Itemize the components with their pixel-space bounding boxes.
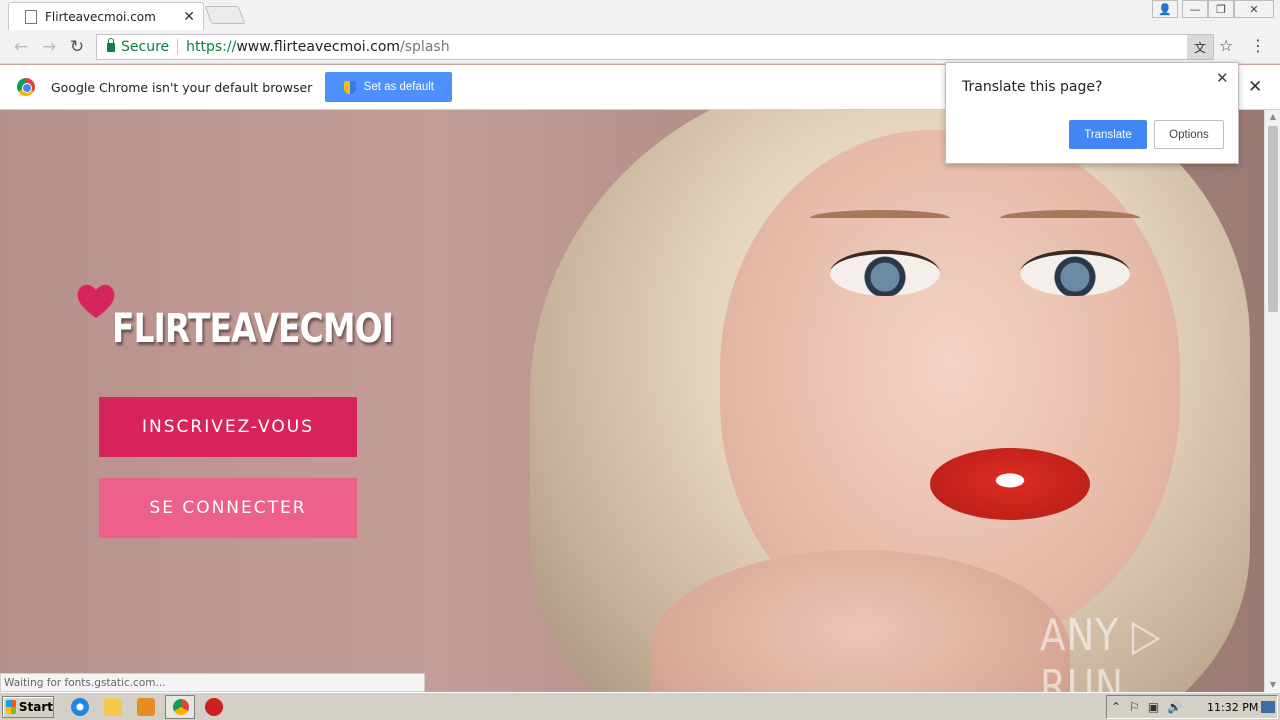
menu-icon[interactable]: ⋮: [1248, 36, 1268, 56]
translate-popup: Translate this page? ✕ Translate Options: [945, 62, 1239, 164]
bookmark-star-icon[interactable]: ☆: [1216, 36, 1236, 56]
file-explorer-icon[interactable]: [104, 698, 122, 716]
secure-label: Secure: [121, 39, 170, 55]
internet-explorer-icon[interactable]: [71, 698, 89, 716]
lock-icon: [107, 37, 115, 52]
tab-close-icon[interactable]: ✕: [183, 9, 195, 25]
media-player-icon[interactable]: [137, 698, 155, 716]
translate-button[interactable]: Translate: [1069, 120, 1147, 149]
taskbar: Start ⌃⚐▣🔊 11:32 PM: [0, 692, 1280, 720]
translate-popup-title: Translate this page?: [962, 79, 1103, 95]
tray-icons[interactable]: ⌃⚐▣🔊: [1111, 700, 1190, 714]
page-content: FLIRTEAVECMOI INSCRIVEZ-VOUS SE CONNECTE…: [0, 110, 1264, 692]
translate-options-button[interactable]: Options: [1154, 120, 1224, 149]
translate-close-icon[interactable]: ✕: [1216, 69, 1229, 87]
set-default-label: Set as default: [363, 81, 434, 93]
maximize-button[interactable]: ❐: [1208, 0, 1234, 18]
photo-eye-right: [1020, 250, 1130, 296]
photo-eye-left: [830, 250, 940, 296]
scroll-down-icon[interactable]: ▼: [1265, 678, 1280, 692]
scroll-thumb[interactable]: [1268, 126, 1278, 312]
start-button[interactable]: Start: [2, 696, 54, 718]
translate-icon[interactable]: 文: [1187, 35, 1213, 59]
infobar-message: Google Chrome isn't your default browser: [51, 79, 313, 95]
title-bar: Flirteavecmoi.com ✕ 👤 — ❐ ✕: [0, 0, 1280, 30]
photo-lips: [930, 448, 1090, 520]
shield-icon: [343, 80, 356, 94]
page-scrollbar[interactable]: ▲ ▼: [1264, 110, 1280, 692]
window-close-button[interactable]: ✕: [1234, 0, 1274, 18]
system-tray: ⌃⚐▣🔊 11:32 PM: [1106, 695, 1278, 719]
chrome-logo-icon: [17, 78, 35, 96]
watermark: ANY ▷ RUN: [1040, 610, 1162, 692]
windows-logo-icon: [6, 700, 16, 714]
chrome-icon: [173, 699, 189, 715]
user-icon[interactable]: 👤: [1152, 0, 1178, 18]
heart-icon: [77, 284, 115, 318]
scroll-up-icon[interactable]: ▲: [1265, 110, 1280, 124]
browser-tab[interactable]: Flirteavecmoi.com ✕: [8, 2, 204, 30]
url-scheme: https://: [186, 39, 237, 55]
stop-icon[interactable]: [205, 698, 223, 716]
minimize-button[interactable]: —: [1182, 0, 1208, 18]
back-button[interactable]: ←: [10, 36, 32, 58]
url-host: www.flirteavecmoi.com: [236, 39, 401, 55]
page-icon: [25, 9, 37, 24]
chrome-taskbar-button[interactable]: [165, 695, 195, 719]
login-button[interactable]: SE CONNECTER: [99, 478, 357, 538]
show-desktop-icon[interactable]: [1261, 701, 1275, 713]
start-label: Start: [18, 700, 53, 714]
browser-toolbar: ← → ↻ Secure https:// www.flirteavecmoi.…: [0, 30, 1280, 64]
hero-photo: [530, 110, 1264, 692]
status-bubble: Waiting for fonts.gstatic.com...: [0, 673, 425, 692]
reload-button[interactable]: ↻: [66, 36, 88, 58]
tab-title: Flirteavecmoi.com: [45, 9, 156, 24]
photo-brow-left: [810, 210, 950, 226]
forward-button[interactable]: →: [38, 36, 60, 58]
infobar-close-icon[interactable]: ✕: [1248, 77, 1262, 97]
set-default-button[interactable]: Set as default: [325, 72, 453, 102]
clock: 11:32 PM: [1207, 701, 1259, 714]
separator: [177, 39, 179, 55]
new-tab-button[interactable]: [204, 6, 246, 24]
address-bar[interactable]: Secure https:// www.flirteavecmoi.com /s…: [96, 34, 1214, 60]
logo-text: FLIRTEAVECMOI: [112, 306, 394, 352]
url-path: /splash: [400, 39, 450, 55]
photo-brow-right: [1000, 210, 1140, 226]
register-button[interactable]: INSCRIVEZ-VOUS: [99, 397, 357, 457]
